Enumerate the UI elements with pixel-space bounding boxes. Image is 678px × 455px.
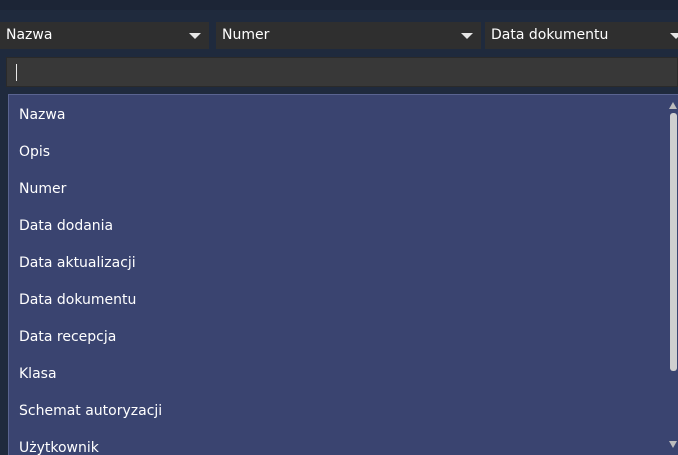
- text-caret: [16, 64, 17, 81]
- dropdown-scrollbar[interactable]: [668, 95, 678, 455]
- column-select-2[interactable]: Numer: [216, 22, 481, 49]
- dropdown-option[interactable]: Użytkownik: [19, 440, 99, 455]
- chevron-down-icon[interactable]: [461, 33, 473, 39]
- column-select-1[interactable]: Nazwa: [0, 22, 209, 49]
- dropdown-option[interactable]: Data dokumentu: [19, 292, 136, 308]
- search-row: [0, 53, 678, 89]
- column-select-bar: Nazwa Numer Data dokumentu: [0, 14, 678, 49]
- dropdown-option[interactable]: Opis: [19, 144, 50, 160]
- dropdown-option[interactable]: Klasa: [19, 366, 57, 382]
- dropdown-option[interactable]: Schemat autoryzacji: [19, 403, 162, 419]
- column-select-2-value: Numer: [222, 27, 270, 43]
- column-select-3[interactable]: Data dokumentu: [485, 22, 678, 49]
- chevron-down-icon[interactable]: [670, 33, 678, 39]
- scroll-up-icon[interactable]: [669, 102, 677, 109]
- scroll-down-icon[interactable]: [669, 441, 677, 448]
- dropdown-option[interactable]: Data recepcja: [19, 329, 116, 345]
- dropdown-option[interactable]: Data dodania: [19, 218, 113, 234]
- chevron-down-icon[interactable]: [189, 33, 201, 39]
- column-select-3-value: Data dokumentu: [491, 27, 609, 43]
- search-input[interactable]: [6, 57, 678, 87]
- dropdown-option[interactable]: Numer: [19, 181, 66, 197]
- scrollbar-thumb[interactable]: [670, 113, 677, 371]
- dropdown-option[interactable]: Data aktualizacji: [19, 255, 136, 271]
- column-select-1-value: Nazwa: [6, 27, 53, 43]
- options-dropdown-list[interactable]: Nazwa Opis Numer Data dodania Data aktua…: [8, 94, 678, 455]
- window-top-strip: [0, 0, 678, 10]
- dropdown-option[interactable]: Nazwa: [19, 107, 65, 123]
